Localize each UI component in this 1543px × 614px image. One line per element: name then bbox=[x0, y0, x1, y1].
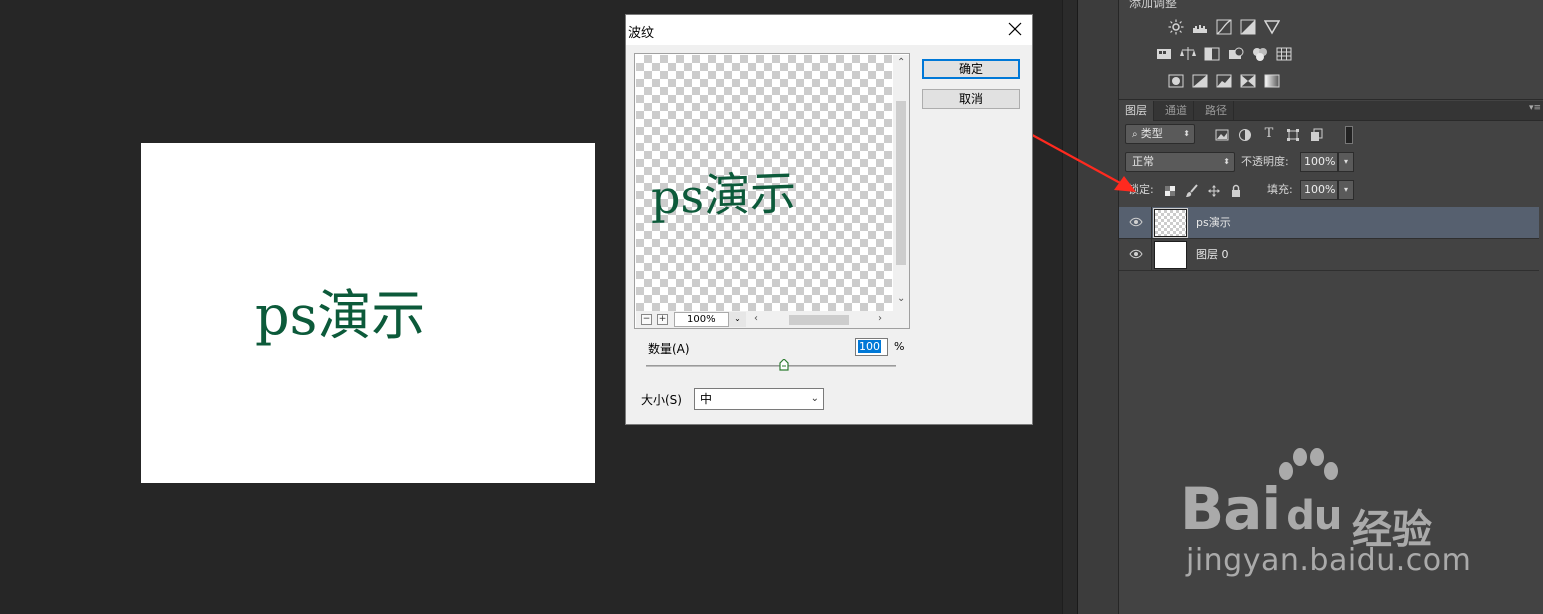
photo-filter-icon[interactable] bbox=[1227, 45, 1245, 63]
horizontal-scroll-thumb[interactable] bbox=[789, 315, 849, 325]
collapsed-panel-dock bbox=[1078, 0, 1119, 614]
opacity-label: 不透明度: bbox=[1241, 155, 1289, 168]
preview-horizontal-scrollbar[interactable]: − + 100% ⌄ ‹ › bbox=[636, 311, 909, 328]
layers-tab-bar: 图层 通道 路径 ▾≡ bbox=[1119, 101, 1543, 121]
preview-text: ps演示 bbox=[651, 165, 797, 225]
opacity-input[interactable]: 100% bbox=[1300, 152, 1338, 172]
opacity-dropdown-button[interactable]: ▾ bbox=[1338, 152, 1354, 172]
fill-dropdown-button[interactable]: ▾ bbox=[1338, 180, 1354, 200]
eye-icon[interactable] bbox=[1129, 217, 1143, 227]
layer-divider bbox=[1151, 239, 1152, 271]
zoom-out-button[interactable]: − bbox=[641, 314, 652, 325]
posterize-icon[interactable] bbox=[1191, 72, 1209, 90]
eye-icon[interactable] bbox=[1129, 249, 1143, 259]
filter-shape-icon[interactable] bbox=[1286, 128, 1300, 142]
layer-thumbnail[interactable] bbox=[1153, 208, 1188, 238]
baidu-jingyan-watermark: Bai du 经验 jingyan.baidu.com bbox=[1180, 445, 1480, 585]
amount-slider-track[interactable] bbox=[646, 365, 896, 367]
ripple-dialog: 波纹 ps演示 ⌃ ⌄ − + 100% ⌄ ‹ › 确定 取消 数量(A) 1… bbox=[625, 14, 1033, 425]
adjustments-title: 添加调整 bbox=[1129, 0, 1178, 10]
filter-toggle-switch[interactable] bbox=[1345, 126, 1353, 144]
scroll-right-icon[interactable]: › bbox=[878, 313, 882, 324]
filter-preview[interactable]: ps演示 ⌃ ⌄ − + 100% ⌄ ‹ › bbox=[634, 53, 910, 329]
color-lookup-icon[interactable] bbox=[1275, 45, 1293, 63]
color-balance-icon[interactable] bbox=[1179, 45, 1197, 63]
fill-label: 填充: bbox=[1267, 183, 1293, 196]
black-white-icon[interactable] bbox=[1203, 45, 1221, 63]
invert-icon[interactable] bbox=[1167, 72, 1185, 90]
close-icon[interactable] bbox=[1008, 22, 1022, 36]
lock-transparency-icon[interactable] bbox=[1163, 184, 1177, 198]
threshold-icon[interactable] bbox=[1215, 72, 1233, 90]
layer-name[interactable]: ps演示 bbox=[1196, 207, 1231, 239]
layer-thumbnail[interactable] bbox=[1154, 241, 1187, 269]
vertical-scroll-thumb[interactable] bbox=[896, 101, 906, 265]
filter-type-icon[interactable]: T bbox=[1262, 127, 1276, 141]
panel-menu-icon[interactable]: ▾≡ bbox=[1529, 103, 1541, 113]
levels-icon[interactable] bbox=[1191, 18, 1209, 36]
lock-move-icon[interactable] bbox=[1207, 184, 1221, 198]
layer-row[interactable]: 图层 0 bbox=[1119, 239, 1539, 271]
channel-mixer-icon[interactable] bbox=[1251, 45, 1269, 63]
watermark-brand: Bai du bbox=[1180, 475, 1342, 543]
vibrance-icon[interactable] bbox=[1155, 45, 1173, 63]
selective-color-icon[interactable] bbox=[1239, 72, 1257, 90]
chevron-down-icon: ⌄ bbox=[810, 393, 819, 404]
brightness-icon[interactable] bbox=[1167, 18, 1185, 36]
ok-button[interactable]: 确定 bbox=[922, 59, 1020, 79]
dialog-titlebar[interactable]: 波纹 bbox=[626, 15, 1032, 45]
lock-all-icon[interactable] bbox=[1229, 184, 1243, 198]
amount-value: 100 bbox=[858, 340, 881, 353]
preview-canvas[interactable]: ps演示 bbox=[636, 55, 892, 311]
size-select[interactable]: 中 ⌄ bbox=[694, 388, 824, 410]
scroll-left-icon[interactable]: ‹ bbox=[754, 313, 758, 324]
preview-vertical-scrollbar[interactable]: ⌃ ⌄ bbox=[893, 55, 909, 311]
cancel-button[interactable]: 取消 bbox=[922, 89, 1020, 109]
amount-label: 数量(A) bbox=[648, 342, 690, 356]
tab-layers[interactable]: 图层 bbox=[1119, 101, 1154, 121]
watermark-url: jingyan.baidu.com bbox=[1186, 543, 1472, 578]
filter-smart-object-icon[interactable] bbox=[1309, 128, 1323, 142]
canvas-text: ps演示 bbox=[255, 284, 426, 347]
size-value: 中 bbox=[700, 392, 713, 406]
filter-pixel-icon[interactable] bbox=[1215, 128, 1229, 142]
tab-paths[interactable]: 路径 bbox=[1199, 101, 1234, 121]
filter-adjustment-icon[interactable] bbox=[1238, 128, 1252, 142]
tab-channels[interactable]: 通道 bbox=[1159, 101, 1194, 121]
adjustments-row-1 bbox=[1167, 18, 1281, 36]
gradient-map-triangle-icon[interactable] bbox=[1263, 18, 1281, 36]
gradient-map-icon[interactable] bbox=[1263, 72, 1281, 90]
lock-brush-icon[interactable] bbox=[1185, 184, 1199, 198]
panel-separator bbox=[1062, 0, 1078, 614]
dialog-title: 波纹 bbox=[628, 26, 655, 41]
curves-icon[interactable] bbox=[1215, 18, 1233, 36]
exposure-icon[interactable] bbox=[1239, 18, 1257, 36]
layer-name[interactable]: 图层 0 bbox=[1196, 239, 1229, 271]
adjustments-row-2 bbox=[1155, 45, 1293, 63]
document-canvas[interactable]: ps演示 bbox=[141, 143, 595, 483]
layer-row[interactable]: ps演示 bbox=[1119, 207, 1539, 239]
size-label: 大小(S) bbox=[641, 393, 682, 407]
layer-divider bbox=[1151, 207, 1152, 239]
zoom-in-button[interactable]: + bbox=[657, 314, 668, 325]
stepper-arrows-icon: ⬍ bbox=[1183, 129, 1190, 138]
fill-input[interactable]: 100% bbox=[1300, 180, 1338, 200]
stepper-arrows-icon: ⬍ bbox=[1223, 157, 1230, 166]
amount-input[interactable]: 100 bbox=[855, 338, 888, 356]
scroll-down-icon[interactable]: ⌄ bbox=[897, 293, 905, 304]
zoom-level-value: 100% bbox=[687, 314, 716, 325]
amount-unit: % bbox=[894, 340, 905, 353]
zoom-dropdown-icon[interactable]: ⌄ bbox=[728, 312, 746, 327]
scroll-up-icon[interactable]: ⌃ bbox=[897, 57, 905, 68]
adjustments-panel: 添加调整 bbox=[1119, 0, 1543, 100]
amount-slider-thumb[interactable] bbox=[778, 359, 789, 371]
adjustments-row-3 bbox=[1167, 72, 1281, 90]
